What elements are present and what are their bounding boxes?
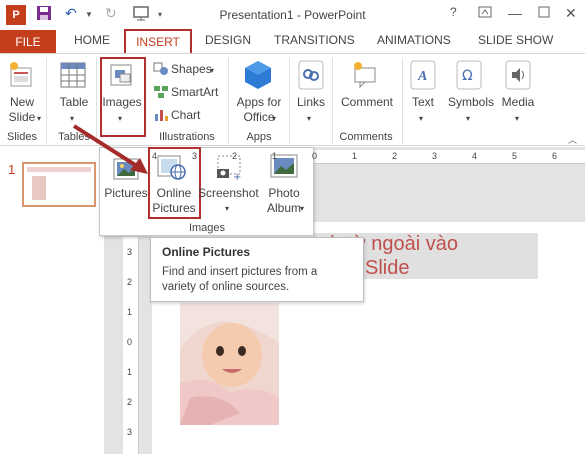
comment-button[interactable]: Comment	[338, 95, 396, 110]
photo-album-label-1: Photo	[268, 186, 300, 200]
ruler-tick-label: 1	[127, 307, 133, 317]
apps-caret-icon[interactable]: ▾	[272, 114, 276, 123]
ribbon-display-options-icon[interactable]	[478, 5, 492, 25]
ribbon-separator	[228, 58, 229, 144]
ribbon-separator	[46, 58, 47, 144]
ruler-tick-label: 3	[127, 427, 133, 437]
svg-text:A: A	[417, 69, 427, 84]
minimize-icon[interactable]: —	[508, 5, 522, 25]
text-icon: A	[410, 60, 436, 93]
links-icon	[298, 60, 324, 93]
tooltip-body-line-1: Find and insert pictures from a	[162, 266, 318, 278]
ruler-tick-label: 3	[192, 151, 198, 161]
baby-photo[interactable]	[180, 303, 279, 425]
maximize-icon[interactable]	[538, 5, 550, 25]
media-button[interactable]: Media	[500, 95, 536, 110]
group-label-illustrations: Illustrations	[159, 131, 215, 143]
pictures-button[interactable]: Pictures	[103, 186, 149, 201]
ruler-tick-label: 2	[392, 151, 398, 161]
comment-icon	[352, 60, 378, 91]
tab-slide-show[interactable]: SLIDE SHOW	[478, 33, 553, 47]
ruler-tick-label: 6	[552, 151, 558, 161]
ruler-tick-label: 1	[272, 151, 278, 161]
slide-title-line-2: Slide	[365, 257, 410, 279]
ruler-tick-label: 5	[512, 151, 518, 161]
group-label-slides: Slides	[7, 131, 37, 143]
symbols-button[interactable]: Symbols	[446, 95, 496, 110]
dropdown-group-label-images: Images	[188, 222, 226, 234]
svg-text:+: +	[233, 172, 241, 182]
close-icon[interactable]: ✕	[565, 5, 577, 25]
ruler-tick-label: 3	[127, 247, 133, 257]
ribbon-separator	[289, 58, 290, 144]
ribbon-separator	[332, 58, 333, 144]
links-button[interactable]: Links	[294, 95, 328, 110]
smartart-icon	[153, 85, 169, 102]
apps-label-2: Office	[243, 110, 275, 124]
table-icon	[60, 62, 86, 91]
apps-for-office-button[interactable]: Apps for Office	[233, 95, 285, 125]
ruler-tick-label: 2	[127, 397, 133, 407]
tab-file[interactable]: FILE	[0, 30, 56, 54]
tab-home[interactable]: HOME	[74, 33, 110, 47]
ruler-tick-label: 0	[312, 151, 318, 161]
screenshot-button[interactable]: Screenshot	[198, 186, 259, 201]
window-title: Presentation1 - PowerPoint	[219, 8, 366, 22]
ruler-tick-label: 4	[152, 151, 158, 161]
shapes-icon	[153, 62, 169, 79]
ruler-tick-label: 3	[432, 151, 438, 161]
collapse-ribbon-icon[interactable]: ︿	[568, 133, 577, 146]
group-label-apps: Apps	[246, 131, 272, 143]
shapes-caret-icon[interactable]: ▾	[210, 66, 214, 75]
media-icon	[505, 60, 531, 93]
shapes-button[interactable]: Shapes	[171, 62, 212, 77]
annotation-arrow-icon	[72, 124, 148, 174]
tooltip-title: Online Pictures	[162, 245, 251, 259]
tab-animations[interactable]: ANIMATIONS	[377, 33, 451, 47]
horizontal-ruler-numbers: 4 3 2 1 0 1 2 3 4 5 6	[148, 150, 585, 164]
ruler-tick-label: 1	[127, 367, 133, 377]
group-label-comments: Comments	[339, 131, 393, 143]
smartart-button[interactable]: SmartArt	[171, 85, 218, 100]
new-slide-button[interactable]: New Slide	[4, 95, 40, 125]
new-slide-label-2: Slide	[8, 110, 36, 124]
text-caret-icon[interactable]: ▾	[419, 114, 423, 123]
new-slide-icon	[8, 60, 34, 93]
symbols-caret-icon[interactable]: ▾	[466, 114, 470, 123]
thumbnail-image	[32, 176, 46, 200]
new-slide-label-1: New	[9, 95, 34, 109]
text-button[interactable]: Text	[406, 95, 440, 110]
tab-transitions[interactable]: TRANSITIONS	[274, 33, 355, 47]
ruler-tick-label: 1	[352, 151, 358, 161]
symbols-icon: Ω	[456, 60, 482, 93]
table-button[interactable]: Table	[54, 95, 94, 110]
media-caret-icon[interactable]: ▾	[515, 114, 519, 123]
ruler-tick-label: 4	[472, 151, 478, 161]
tooltip-body-line-2: variety of online sources.	[162, 281, 290, 293]
help-icon[interactable]: ?	[450, 5, 457, 25]
links-caret-icon[interactable]: ▾	[307, 114, 311, 123]
ribbon-separator	[402, 58, 403, 144]
ruler-tick-label: 0	[127, 337, 133, 347]
apps-label-1: Apps for	[236, 95, 282, 109]
apps-for-office-icon	[244, 60, 272, 93]
ruler-tick-label: 2	[232, 151, 238, 161]
tab-design[interactable]: DESIGN	[205, 33, 251, 47]
new-slide-caret-icon[interactable]: ▾	[37, 114, 41, 123]
photo-album-caret-icon[interactable]: ▾	[300, 204, 304, 213]
vertical-ruler-numbers: 3 2 1 0 1 2 3	[123, 237, 139, 454]
chart-button[interactable]: Chart	[171, 108, 200, 123]
screenshot-caret-icon[interactable]: ▾	[225, 204, 229, 213]
tab-insert[interactable]: INSERT	[124, 29, 192, 55]
slide-number: 1	[8, 162, 16, 177]
ruler-tick-label: 2	[127, 277, 133, 287]
svg-text:Ω: Ω	[462, 68, 473, 84]
